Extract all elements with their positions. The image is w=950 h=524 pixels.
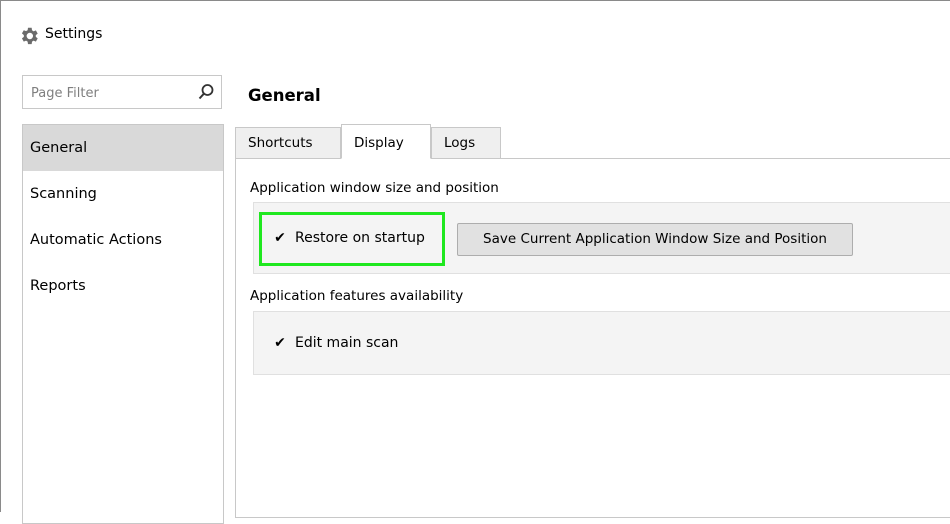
save-window-size-button[interactable]: Save Current Application Window Size and… bbox=[457, 223, 853, 256]
restore-on-startup-label: Restore on startup bbox=[295, 230, 425, 246]
title-bar: Settings bbox=[0, 0, 950, 66]
restore-on-startup-checkbox[interactable]: ✔ Restore on startup bbox=[273, 230, 425, 246]
page-filter-input[interactable] bbox=[29, 82, 193, 104]
window-section-label: Application window size and position bbox=[250, 180, 499, 196]
sidebar-item-scanning[interactable]: Scanning bbox=[23, 171, 223, 217]
window-title: Settings bbox=[45, 26, 103, 42]
page-filter[interactable] bbox=[22, 75, 222, 109]
checkmark-icon[interactable]: ✔ bbox=[273, 335, 287, 351]
sidebar: General Scanning Automatic Actions Repor… bbox=[22, 124, 224, 524]
tab-logs[interactable]: Logs bbox=[431, 127, 501, 159]
features-section-label: Application features availability bbox=[250, 288, 464, 304]
checkmark-icon[interactable]: ✔ bbox=[273, 230, 287, 246]
search-icon[interactable] bbox=[197, 83, 215, 101]
sidebar-item-general[interactable]: General bbox=[23, 125, 223, 171]
page-title: General bbox=[248, 86, 321, 105]
tab-display[interactable]: Display bbox=[341, 124, 431, 159]
edit-main-scan-checkbox[interactable]: ✔ Edit main scan bbox=[273, 335, 398, 351]
edit-main-scan-label: Edit main scan bbox=[295, 335, 399, 351]
sidebar-item-automatic-actions[interactable]: Automatic Actions bbox=[23, 217, 223, 263]
sidebar-item-reports[interactable]: Reports bbox=[23, 263, 223, 309]
tab-shortcuts[interactable]: Shortcuts bbox=[235, 127, 341, 159]
gear-icon bbox=[21, 27, 38, 45]
